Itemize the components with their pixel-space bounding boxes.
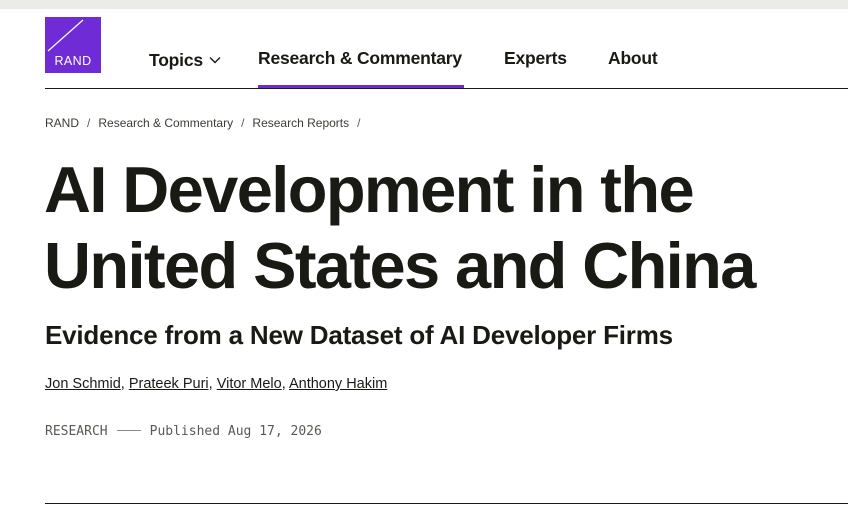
nav-experts-label: Experts: [504, 48, 567, 68]
published-date: Published Aug 17, 2026: [149, 424, 322, 439]
nav-experts[interactable]: Experts: [504, 48, 567, 69]
author-list: Jon Schmid, Prateek Puri, Vitor Melo, An…: [45, 376, 388, 392]
breadcrumb-separator: /: [241, 116, 245, 130]
breadcrumb-research-commentary[interactable]: Research & Commentary: [98, 116, 233, 130]
section-divider: [45, 503, 848, 504]
author-link[interactable]: Anthony Hakim: [289, 376, 387, 392]
top-strip: [0, 0, 848, 9]
author-link[interactable]: Vitor Melo: [217, 376, 282, 392]
publication-meta: RESEARCH Published Aug 17, 2026: [45, 424, 322, 439]
nav-about-label: About: [608, 48, 658, 68]
nav-research-commentary[interactable]: Research & Commentary: [258, 48, 462, 69]
page-title: AI Development in the United States and …: [44, 153, 756, 302]
nav-research-label: Research & Commentary: [258, 48, 462, 68]
breadcrumb-rand[interactable]: RAND: [45, 116, 79, 130]
page-subtitle: Evidence from a New Dataset of AI Develo…: [45, 320, 673, 350]
nav-topics[interactable]: Topics: [149, 48, 221, 71]
rand-logo[interactable]: RAND: [45, 17, 101, 73]
author-link[interactable]: Jon Schmid: [45, 376, 121, 392]
chevron-down-icon: [209, 48, 221, 69]
nav-about[interactable]: About: [608, 48, 658, 69]
breadcrumb: RAND / Research & Commentary / Research Repo…: [45, 116, 368, 130]
meta-divider: [116, 430, 141, 431]
breadcrumb-separator: /: [87, 116, 91, 130]
breadcrumb-separator: /: [357, 116, 361, 130]
author-link[interactable]: Prateek Puri: [129, 376, 209, 392]
logo-text: RAND: [54, 54, 92, 68]
nav-divider: [45, 88, 848, 89]
content-type-label: RESEARCH: [45, 424, 108, 439]
nav-topics-label: Topics: [149, 50, 203, 70]
breadcrumb-research-reports[interactable]: Research Reports: [252, 116, 349, 130]
